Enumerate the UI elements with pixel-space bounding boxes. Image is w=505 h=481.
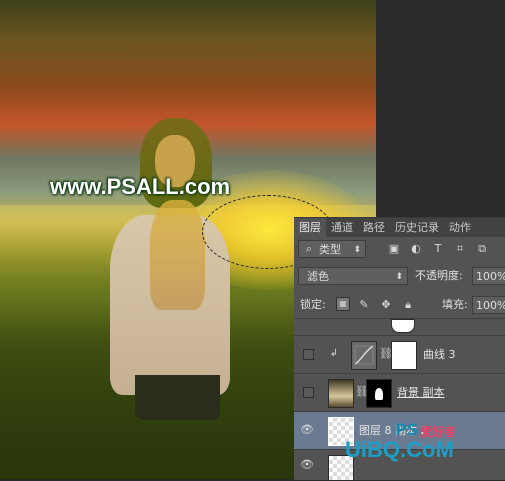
tab-paths[interactable]: 路径	[358, 218, 390, 237]
panel-tabs: 图层 通道 路径 历史记录 动作	[294, 218, 505, 237]
smart-object-filter-icon[interactable]: ⧉	[474, 241, 490, 257]
layer-name: 背景 副本	[397, 386, 445, 399]
layer-mask-thumbnail	[366, 379, 392, 408]
chevron-down-icon: ⬍	[395, 272, 403, 282]
layer-thumbnail	[328, 379, 354, 408]
adjustment-filter-icon[interactable]: ◐	[408, 241, 424, 257]
opacity-input[interactable]: 100%	[472, 267, 505, 285]
blend-row: 滤色 ⬍ 不透明度: 100%	[294, 267, 505, 287]
layer-mask-thumbnail	[391, 319, 415, 333]
tab-history[interactable]: 历史记录	[390, 218, 444, 237]
girl-skirt	[135, 375, 220, 420]
search-icon: ⌕	[305, 242, 313, 255]
lock-pixels-brush-icon[interactable]: ✎	[356, 297, 372, 313]
layer-name: 曲线 3	[423, 348, 456, 361]
site-logo: UiBQ.CoM	[345, 437, 454, 462]
layer-row-background-copy[interactable]: ⛓ 背景 副本	[294, 373, 505, 411]
blend-mode-value: 滤色	[307, 270, 329, 283]
curves-adjustment-icon	[351, 341, 377, 370]
lock-position-move-icon[interactable]: ✥	[378, 297, 394, 313]
type-filter-icon[interactable]: T	[430, 241, 446, 257]
lock-all-icon[interactable]: 🔒︎	[400, 297, 416, 313]
lock-transparent-icon[interactable]: ▦	[336, 297, 350, 311]
fill-input[interactable]: 100%	[472, 296, 505, 314]
chevron-down-icon: ⬍	[353, 245, 361, 255]
tab-channels[interactable]: 通道	[326, 218, 358, 237]
tab-layers[interactable]: 图层	[294, 218, 326, 237]
layer-filter-select[interactable]: ⌕ 类型 ⬍	[298, 240, 366, 258]
lock-row: 锁定: ▦ ✎ ✥ 🔒︎ 填充: 100%	[294, 296, 505, 316]
layer-row-partial[interactable]	[294, 318, 505, 333]
flower-bouquet	[150, 200, 205, 310]
site-logo-cn: 爱好者	[420, 425, 457, 439]
site-logo-ps: PS	[395, 420, 419, 439]
layer-row-curves[interactable]: ↲ ⛓ 曲线 3	[294, 335, 505, 373]
visibility-toggle-off[interactable]	[303, 349, 314, 360]
filter-type-label: 类型	[319, 243, 341, 256]
shape-filter-icon[interactable]: ⌗	[452, 241, 468, 257]
image-filter-icon[interactable]: ▣	[386, 241, 402, 257]
visibility-toggle-off[interactable]	[303, 387, 314, 398]
eye-icon[interactable]: 👁︎	[300, 458, 314, 472]
layer-mask-thumbnail	[391, 341, 417, 370]
filter-row: ⌕ 类型 ⬍ ▣ ◐ T ⌗ ⧉	[294, 240, 505, 260]
tab-actions[interactable]: 动作	[444, 218, 476, 237]
fill-label: 填充:	[442, 298, 468, 311]
blend-mode-select[interactable]: 滤色 ⬍	[298, 267, 408, 285]
site-watermark: www.PSALL.com	[50, 174, 231, 199]
opacity-label: 不透明度:	[415, 269, 463, 282]
lock-label: 锁定:	[300, 298, 326, 311]
clip-arrow-icon: ↲	[329, 348, 339, 359]
eye-icon[interactable]: 👁︎	[300, 423, 314, 437]
